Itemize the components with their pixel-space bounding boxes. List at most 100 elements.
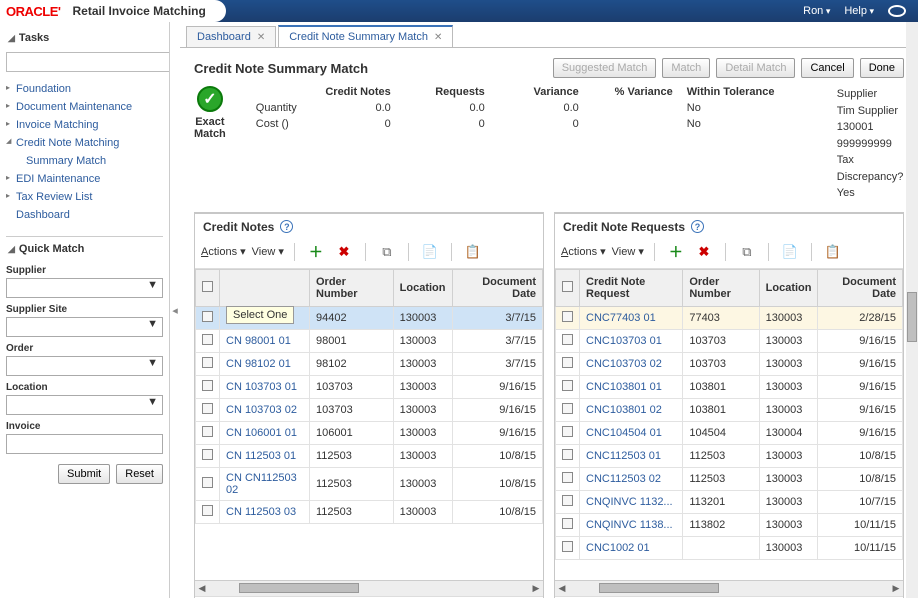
col-location[interactable]: Location — [759, 269, 818, 306]
submit-button[interactable]: Submit — [58, 464, 110, 484]
row-checkbox[interactable] — [562, 311, 573, 322]
tab[interactable]: Credit Note Summary Match✕ — [278, 25, 453, 47]
col-order-number[interactable]: Order Number — [683, 269, 759, 306]
col-credit-note[interactable]: Select One — [220, 269, 310, 306]
reset-button[interactable]: Reset — [116, 464, 163, 484]
doc-link[interactable]: CN CN112503 02 — [220, 467, 310, 500]
table-row[interactable]: CNC104504 011045041300049/16/15 — [556, 421, 903, 444]
task-tree-item[interactable]: EDI Maintenance — [6, 170, 163, 188]
row-checkbox[interactable] — [202, 311, 213, 322]
doc-link[interactable]: CNC103801 01 — [580, 375, 683, 398]
row-checkbox[interactable] — [562, 518, 573, 529]
row-checkbox[interactable] — [202, 403, 213, 414]
actions-menu[interactable]: Actions ▾ — [201, 245, 246, 258]
table-row[interactable]: CN 103703 011037031300039/16/15 — [196, 375, 543, 398]
table-row[interactable]: CN 106001 011060011300039/16/15 — [196, 421, 543, 444]
row-checkbox[interactable] — [562, 357, 573, 368]
doc-link[interactable]: CNC103703 02 — [580, 352, 683, 375]
table-row[interactable]: CNQINVC 1132...11320113000310/7/15 — [556, 490, 903, 513]
help-menu[interactable]: Help — [844, 5, 874, 17]
detach-icon[interactable]: ⧉ — [736, 242, 758, 262]
table-row[interactable]: CNC112503 0111250313000310/8/15 — [556, 444, 903, 467]
delete-icon[interactable]: ✖ — [693, 242, 715, 262]
doc-link[interactable]: CN 103703 02 — [220, 398, 310, 421]
close-icon[interactable]: ✕ — [257, 32, 265, 43]
table-row[interactable]: CNC77403 01774031300032/28/15 — [556, 306, 903, 329]
quick-match-title[interactable]: ◢ Quick Match — [6, 236, 163, 259]
add-icon[interactable]: ＋ — [305, 242, 327, 262]
view-menu[interactable]: View ▾ — [252, 245, 284, 258]
page-vscrollbar[interactable] — [906, 22, 918, 598]
table-row[interactable]: CN 112503 0111250313000310/8/15 — [196, 444, 543, 467]
user-menu[interactable]: Ron — [803, 5, 830, 17]
row-checkbox[interactable] — [562, 472, 573, 483]
task-tree-item[interactable]: Dashboard — [6, 206, 163, 224]
doc-link[interactable]: CNC112503 02 — [580, 467, 683, 490]
row-checkbox[interactable] — [202, 449, 213, 460]
suggested-match-button[interactable]: Suggested Match — [553, 58, 657, 78]
table-row[interactable]: CN 103703 021037031300039/16/15 — [196, 398, 543, 421]
doc-link[interactable]: CN 106001 01 — [220, 421, 310, 444]
table-row[interactable]: CN 112503 0311250313000310/8/15 — [196, 500, 543, 523]
doc-link[interactable]: CNC112503 01 — [580, 444, 683, 467]
row-checkbox[interactable] — [562, 449, 573, 460]
delete-icon[interactable]: ✖ — [333, 242, 355, 262]
doc-link[interactable]: CNQINVC 1132... — [580, 490, 683, 513]
row-checkbox[interactable] — [202, 380, 213, 391]
help-icon[interactable]: ? — [691, 220, 704, 233]
col-order-number[interactable]: Order Number — [310, 269, 394, 306]
row-checkbox[interactable] — [562, 541, 573, 552]
table-row[interactable]: CNC112503 0211250313000310/8/15 — [556, 467, 903, 490]
doc-link[interactable]: CN 112503 01 — [220, 444, 310, 467]
location-select[interactable]: ▼ — [6, 395, 163, 415]
task-search-input[interactable] — [6, 52, 170, 72]
table-row[interactable]: CNC1002 0113000310/11/15 — [556, 536, 903, 559]
task-tree-item[interactable]: Invoice Matching — [6, 116, 163, 134]
row-checkbox[interactable] — [562, 380, 573, 391]
row-checkbox[interactable] — [562, 426, 573, 437]
doc-link[interactable]: CN 98001 01 — [220, 329, 310, 352]
doc-link[interactable]: CNC104504 01 — [580, 421, 683, 444]
match-button[interactable]: Match — [662, 58, 710, 78]
table-row[interactable]: CNC103801 011038011300039/16/15 — [556, 375, 903, 398]
supplier-select[interactable]: ▼ — [6, 278, 163, 298]
doc-link[interactable]: CN 103703 01 — [220, 375, 310, 398]
detail-match-button[interactable]: Detail Match — [716, 58, 795, 78]
table-row[interactable]: CN 98102 01981021300033/7/15 — [196, 352, 543, 375]
select-all-checkbox[interactable] — [196, 269, 220, 306]
row-checkbox[interactable] — [202, 334, 213, 345]
task-tree-item[interactable]: Document Maintenance — [6, 98, 163, 116]
row-checkbox[interactable] — [202, 426, 213, 437]
row-checkbox[interactable] — [562, 334, 573, 345]
wrap-icon[interactable]: 📋 — [822, 242, 844, 262]
hscrollbar[interactable]: ◀▶ — [195, 580, 543, 596]
row-checkbox[interactable] — [562, 403, 573, 414]
supplier-site-select[interactable]: ▼ — [6, 317, 163, 337]
col-document-date[interactable]: Document Date — [452, 269, 543, 306]
doc-link[interactable]: CNC103703 01 — [580, 329, 683, 352]
done-button[interactable]: Done — [860, 58, 904, 78]
row-checkbox[interactable] — [202, 477, 213, 488]
view-menu[interactable]: View ▾ — [612, 245, 644, 258]
col-request[interactable]: Credit Note Request — [580, 269, 683, 306]
row-checkbox[interactable] — [202, 505, 213, 516]
cancel-button[interactable]: Cancel — [801, 58, 853, 78]
select-all-checkbox[interactable] — [556, 269, 580, 306]
doc-link[interactable]: CNC77403 01 — [580, 306, 683, 329]
task-tree-item[interactable]: Credit Note Matching — [6, 134, 163, 152]
table-row[interactable]: CNQINVC 1138...11380213000310/11/15 — [556, 513, 903, 536]
task-tree-item[interactable]: Tax Review List — [6, 188, 163, 206]
table-row[interactable]: CNC103703 021037031300039/16/15 — [556, 352, 903, 375]
col-document-date[interactable]: Document Date — [818, 269, 903, 306]
sidebar-splitter[interactable]: ◂ — [170, 22, 180, 598]
table-row[interactable]: CN CN112503 0211250313000310/8/15 — [196, 467, 543, 500]
add-icon[interactable]: ＋ — [665, 242, 687, 262]
row-checkbox[interactable] — [562, 495, 573, 506]
row-checkbox[interactable] — [202, 357, 213, 368]
hscrollbar[interactable]: ◀▶ — [555, 580, 903, 596]
invoice-input[interactable] — [6, 434, 163, 454]
order-select[interactable]: ▼ — [6, 356, 163, 376]
tab[interactable]: Dashboard✕ — [186, 26, 276, 47]
table-row[interactable]: CNC103801 021038011300039/16/15 — [556, 398, 903, 421]
doc-link[interactable]: CNQINVC 1138... — [580, 513, 683, 536]
